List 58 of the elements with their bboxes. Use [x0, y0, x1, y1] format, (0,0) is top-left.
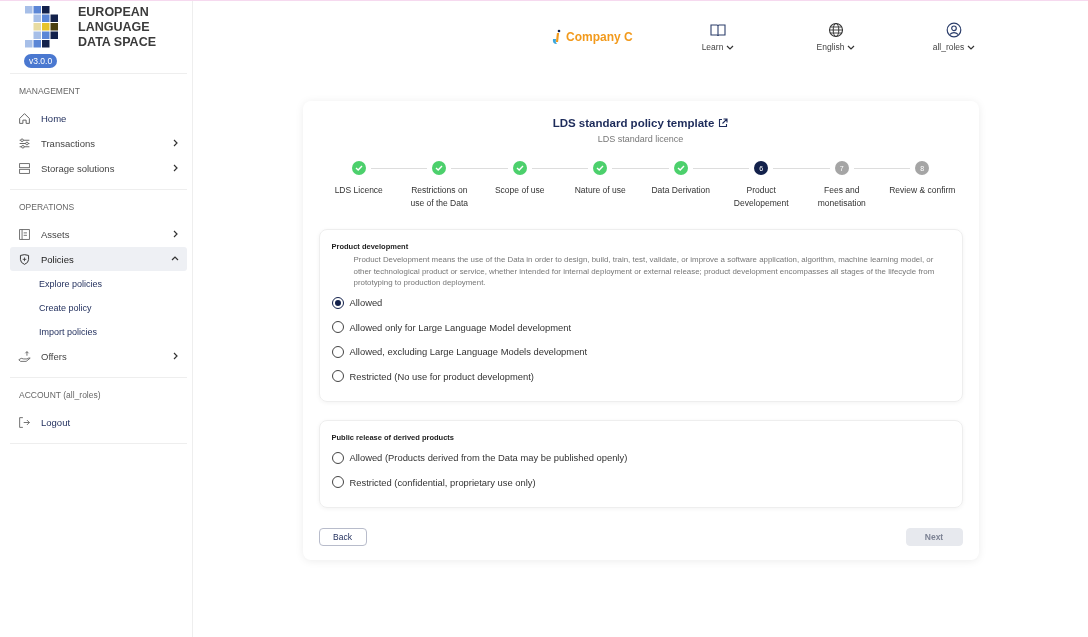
chevron-icon — [171, 351, 179, 360]
step-label: Product Developement — [732, 184, 790, 209]
company-logo-icon — [551, 29, 563, 45]
logout-icon — [18, 415, 31, 429]
step-label: Scope of use — [494, 184, 545, 197]
option-label[interactable]: Restricted (confidential, proprietary use only) — [349, 476, 536, 488]
brand-title: EUROPEAN — [78, 5, 150, 20]
home-icon — [18, 111, 31, 125]
brand-title: DATA SPACE — [78, 35, 156, 50]
offers-icon — [18, 349, 31, 363]
back-button[interactable]: Back — [318, 527, 367, 546]
option-label[interactable]: Restricted (No use for product development) — [349, 370, 534, 382]
sidebar-subitem[interactable]: Explore policies — [10, 272, 187, 296]
book-icon[interactable] — [710, 22, 726, 38]
sidebar-subitem[interactable]: Create policy — [10, 296, 187, 320]
caret-icon — [847, 43, 856, 51]
option-label[interactable]: Allowed, excluding Large Language Models development — [349, 346, 588, 358]
globe-icon[interactable] — [828, 22, 844, 38]
assets-icon — [18, 227, 31, 241]
section-title: ACCOUNT (all_roles) — [18, 389, 102, 402]
step-label: LDS Licence — [334, 184, 383, 197]
caret-icon — [726, 43, 735, 51]
caret-icon — [967, 43, 976, 51]
step-label: Data Derivation — [651, 184, 711, 197]
version-badge: v3.0.0 — [24, 54, 58, 68]
header-menu[interactable]: all_roles — [932, 42, 976, 52]
step-label: Fees and monetisation — [816, 184, 867, 209]
external-link-icon[interactable] — [718, 118, 729, 128]
sidebar-item[interactable]: Logout — [10, 410, 187, 434]
step-label: Nature of use — [574, 184, 626, 197]
transactions-icon — [18, 136, 31, 150]
sidebar-item[interactable]: Transactions — [10, 131, 187, 155]
chevron-icon — [171, 229, 179, 238]
wizard-title: LDS standard policy template — [552, 117, 715, 129]
header-menu[interactable]: Learn — [701, 42, 735, 52]
header-menu[interactable]: English — [816, 42, 856, 52]
option-label[interactable]: Allowed (Products derived from the Data may be published openly) — [349, 452, 628, 464]
section-title: MANAGEMENT — [18, 85, 81, 98]
policies-icon — [18, 252, 31, 266]
option-label[interactable]: Allowed only for Large Language Model development — [349, 321, 571, 333]
option-label[interactable]: Allowed — [349, 297, 383, 309]
user-icon[interactable] — [946, 22, 962, 38]
step-label: Review & confirm — [889, 184, 956, 197]
sidebar-item[interactable]: Offers — [10, 344, 187, 368]
sidebar-item[interactable]: Home — [10, 106, 187, 130]
sidebar-item[interactable]: Storage solutions — [10, 156, 187, 180]
sidebar-item[interactable]: Policies — [10, 247, 187, 271]
chevron-icon — [171, 138, 179, 147]
storage-icon — [18, 161, 31, 175]
step-label: Restrictions on use of the Data — [409, 184, 470, 209]
wizard-subtitle: LDS standard licence — [597, 134, 684, 144]
section-title: OPERATIONS — [18, 201, 76, 214]
chevron-icon — [171, 163, 179, 172]
company-name: Company C — [551, 29, 663, 45]
chevron-icon — [171, 254, 179, 263]
sidebar-item[interactable]: Assets — [10, 222, 187, 246]
brand-title: LANGUAGE — [78, 20, 151, 35]
sidebar-subitem[interactable]: Import policies — [10, 320, 187, 344]
